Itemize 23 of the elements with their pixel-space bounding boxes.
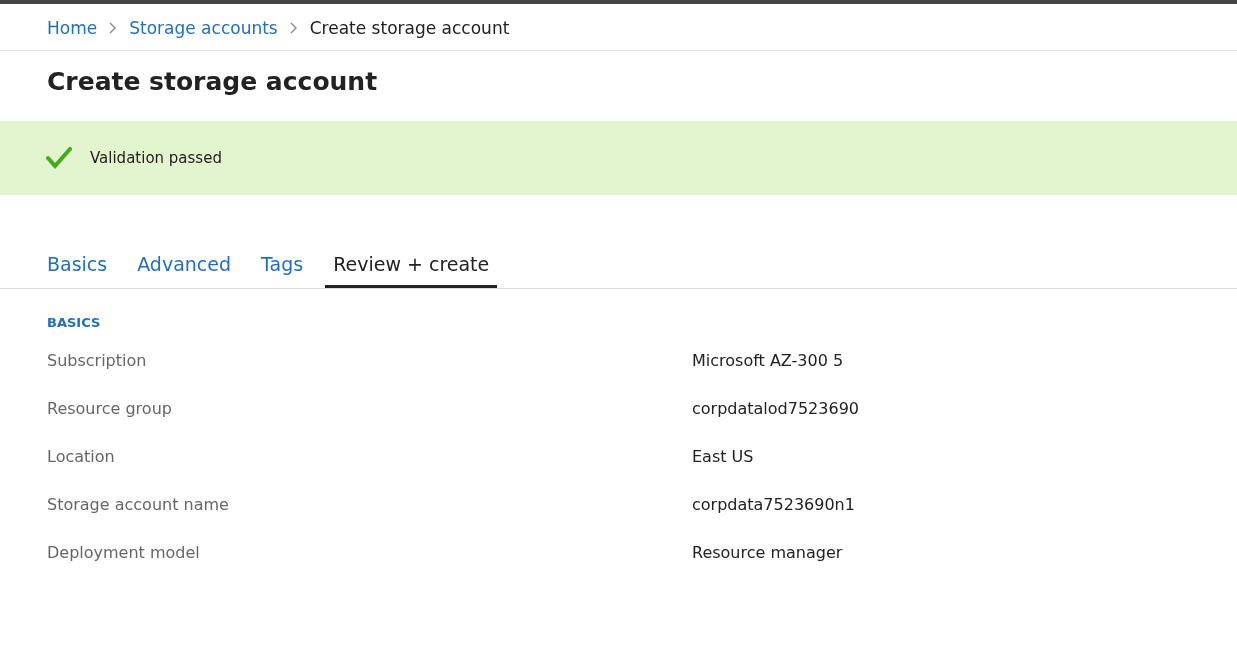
checkmark-icon [46, 147, 72, 169]
page-title: Create storage account [46, 66, 379, 98]
tab[interactable]: Tags [253, 253, 312, 288]
field-label: Storage account name [47, 494, 230, 514]
tab[interactable]: Basics [39, 253, 116, 288]
breadcrumb-current: Create storage account [309, 18, 510, 38]
field-value: East US [692, 446, 755, 466]
breadcrumb-link[interactable]: Home [47, 18, 98, 38]
field-value: corpdata7523690n1 [692, 494, 856, 514]
chevron-right-icon [109, 22, 118, 34]
section-heading: BASICS [46, 314, 102, 330]
field-label: Location [47, 446, 116, 466]
field-value: corpdatalod7523690 [692, 398, 860, 418]
field-label: Resource group [47, 398, 173, 418]
field-label: Deployment model [47, 542, 201, 562]
tab[interactable]: Review + create [325, 253, 498, 288]
field-label: Subscription [47, 350, 148, 370]
chevron-right-icon [289, 22, 298, 34]
banner-message: Validation passed [90, 149, 222, 167]
tab[interactable]: Advanced [129, 253, 240, 288]
breadcrumb-link[interactable]: Storage accounts [129, 18, 278, 38]
field-value: Resource manager [692, 542, 844, 562]
field-value: Microsoft AZ-300 5 [692, 350, 845, 370]
